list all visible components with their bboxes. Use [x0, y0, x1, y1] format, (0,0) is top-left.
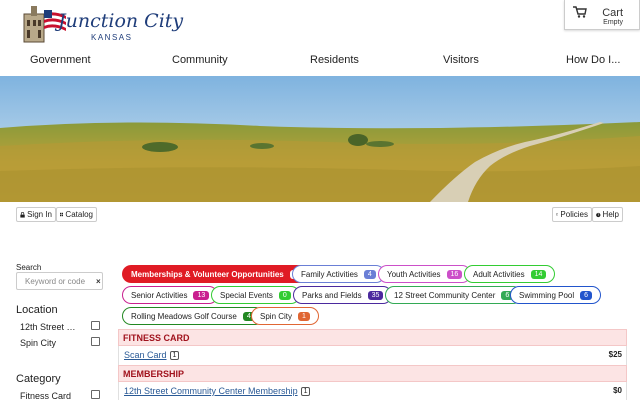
filter-label: Youth Activities — [387, 269, 441, 279]
help-button[interactable]: ? Help — [592, 207, 623, 222]
section-header-fitness-card: FITNESS CARD — [118, 329, 627, 346]
logo-subtitle: KANSAS — [91, 33, 133, 42]
nav-government[interactable]: Government — [30, 54, 91, 66]
help-label: Help — [602, 210, 619, 219]
item-price: $25 — [608, 350, 622, 359]
prairie-landscape-image — [0, 76, 640, 202]
sign-in-button[interactable]: Sign In — [16, 207, 56, 222]
item-link-community-center-membership[interactable]: 12th Street Community Center Membership 1 — [124, 386, 311, 397]
item-name: 12th Street Community Center Membership — [124, 386, 298, 396]
catalog-label: Catalog — [65, 210, 93, 219]
filter-label: Rolling Meadows Golf Course — [131, 311, 237, 321]
location-label: 12th Street Co... — [20, 321, 82, 332]
cart-button[interactable]: Cart Empty — [564, 0, 640, 30]
main-nav: Government Community Residents Visitors … — [0, 48, 640, 74]
search-placeholder: Keyword or code — [25, 277, 86, 286]
location-heading: Location — [16, 304, 58, 316]
site-header: Junction City KANSAS Cart Empty — [0, 0, 640, 48]
grid-icon — [60, 212, 64, 217]
sign-in-label: Sign In — [27, 210, 52, 219]
item-qty-badge: 1 — [300, 387, 311, 397]
section-header-membership: MEMBERSHIP — [118, 365, 627, 382]
list-item: Scan Card 1 $25 — [118, 346, 627, 365]
filter-spin-city[interactable]: Spin City 1 — [251, 307, 319, 325]
item-name: Scan Card — [124, 350, 167, 360]
filter-label: Family Activities — [301, 269, 358, 279]
chat-bubble-icon — [556, 213, 559, 216]
category-heading: Category — [16, 373, 61, 385]
question-circle-icon: ? — [596, 212, 601, 217]
nav-residents[interactable]: Residents — [310, 54, 359, 66]
svg-text:?: ? — [597, 213, 599, 217]
filter-senior-activities[interactable]: Senior Activities 13 — [122, 286, 219, 304]
category-label: Fitness Card — [20, 390, 72, 400]
filter-youth-activities[interactable]: Youth Activities 16 — [378, 265, 472, 283]
filter-swimming-pool[interactable]: Swimming Pool 6 — [510, 286, 602, 304]
shopping-cart-icon — [573, 6, 587, 18]
cart-status: Empty — [603, 19, 623, 26]
item-qty-badge: 1 — [169, 351, 180, 361]
filter-12-street-community-center[interactable]: 12 Street Community Center 6 — [385, 286, 523, 304]
location-checkbox-12th-street[interactable] — [91, 321, 100, 330]
location-label: Spin City — [20, 337, 57, 348]
filter-count: 1 — [298, 311, 310, 321]
search-input[interactable]: Keyword or code — [16, 272, 103, 290]
category-checkbox-fitness-card[interactable] — [91, 390, 100, 399]
filter-label: Parks and Fields — [302, 290, 362, 300]
logo-title: Junction City — [58, 10, 184, 32]
filter-adult-activities[interactable]: Adult Activities 14 — [464, 265, 556, 283]
filter-rolling-meadows-golf-course[interactable]: Rolling Meadows Golf Course 4 — [122, 307, 264, 325]
cart-label: Cart — [602, 7, 623, 19]
nav-visitors[interactable]: Visitors — [443, 54, 479, 66]
hero-banner-image — [0, 76, 640, 202]
filter-family-activities[interactable]: Family Activities 4 — [292, 265, 385, 283]
search-label: Search — [16, 263, 42, 272]
location-checkbox-spin-city[interactable] — [91, 337, 100, 346]
list-item: 12th Street Community Center Membership 1… — [118, 382, 627, 400]
filter-count: 13 — [193, 290, 210, 300]
clear-search-icon[interactable]: × — [96, 277, 101, 286]
policies-button[interactable]: Policies — [552, 207, 592, 222]
filter-label: 12 Street Community Center — [394, 290, 496, 300]
city-logo[interactable]: Junction City KANSAS — [22, 4, 183, 44]
nav-community[interactable]: Community — [172, 54, 228, 66]
filter-label: Spin City — [260, 311, 293, 321]
filter-special-events[interactable]: Special Events 0 — [211, 286, 300, 304]
item-link-scan-card[interactable]: Scan Card 1 — [124, 350, 180, 361]
filter-count: 16 — [446, 269, 463, 279]
filter-label: Adult Activities — [473, 269, 525, 279]
filter-count: 35 — [367, 290, 384, 300]
catalog-button[interactable]: Catalog — [56, 207, 97, 222]
filter-label: Swimming Pool — [519, 290, 575, 300]
filter-count: 6 — [580, 290, 593, 300]
nav-how-do-i[interactable]: How Do I... — [566, 54, 620, 66]
policies-label: Policies — [560, 210, 588, 219]
filter-parks-and-fields[interactable]: Parks and Fields 35 — [293, 286, 393, 304]
filter-label: Memberships & Volunteer Opportunities — [131, 269, 284, 279]
filter-count: 4 — [363, 269, 376, 279]
filter-count: 0 — [278, 290, 291, 300]
filter-memberships[interactable]: Memberships & Volunteer Opportunities 7 — [122, 265, 311, 283]
filter-count: 14 — [530, 269, 547, 279]
filter-label: Senior Activities — [131, 290, 188, 300]
item-price: $0 — [613, 386, 622, 395]
filter-label: Special Events — [220, 290, 273, 300]
lock-icon — [20, 211, 25, 218]
